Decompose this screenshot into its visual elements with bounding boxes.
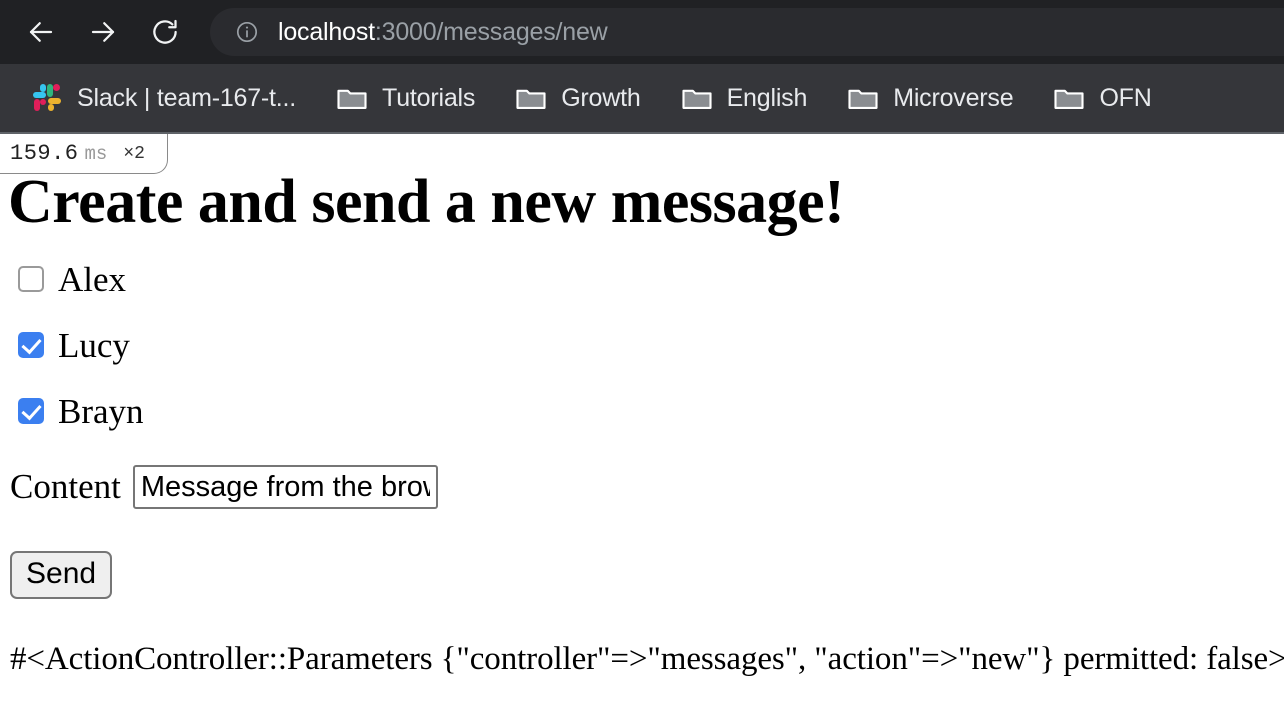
params-output: #<ActionController::Parameters {"control…	[10, 641, 1284, 678]
recipient-label-alex: Alex	[58, 259, 127, 299]
profiler-unit: ms	[84, 142, 108, 165]
mini-profiler-badge[interactable]: 159.6 ms ×2	[0, 134, 168, 174]
folder-icon	[847, 82, 879, 114]
folder-icon	[1053, 82, 1085, 114]
address-bar-path: :3000/messages/new	[374, 17, 608, 46]
browser-chrome: localhost:3000/messages/new Slack | team…	[0, 0, 1284, 134]
page-body: Create and send a new message! Alex Lucy…	[0, 168, 1284, 686]
page-title: Create and send a new message!	[8, 168, 845, 236]
browser-toolbar: localhost:3000/messages/new	[0, 0, 1284, 64]
bookmark-growth[interactable]: Growth	[502, 76, 653, 120]
send-button[interactable]: Send	[10, 551, 113, 600]
profiler-count: ×2	[123, 143, 145, 164]
page-viewport: 159.6 ms ×2 Create and send a new messag…	[0, 134, 1284, 704]
bookmark-microverse[interactable]: Microverse	[834, 76, 1026, 120]
recipient-label-lucy: Lucy	[58, 325, 130, 365]
address-bar-text: localhost:3000/messages/new	[278, 18, 608, 47]
bookmark-tutorials[interactable]: Tutorials	[323, 76, 488, 120]
folder-icon	[336, 82, 368, 114]
recipient-checkbox-lucy[interactable]	[18, 332, 44, 359]
bookmark-label: Tutorials	[382, 83, 476, 112]
bookmark-label: Microverse	[893, 83, 1014, 112]
bookmark-ofn[interactable]: OFN	[1040, 76, 1164, 120]
content-input[interactable]	[132, 465, 438, 510]
recipient-row-brayn: Brayn	[8, 393, 1276, 429]
bookmark-english[interactable]: English	[668, 76, 821, 120]
bookmark-label: Slack | team-167-t...	[77, 83, 297, 112]
folder-icon	[515, 82, 547, 114]
recipient-checkbox-alex[interactable]	[18, 266, 44, 293]
site-info-icon[interactable]	[234, 19, 260, 45]
bookmark-slack[interactable]: Slack | team-167-t...	[18, 76, 309, 120]
slack-icon	[31, 82, 63, 114]
forward-arrow-icon	[88, 17, 118, 47]
back-arrow-icon	[26, 17, 56, 47]
content-row: Content	[8, 465, 1276, 510]
recipient-label-brayn: Brayn	[58, 391, 144, 431]
folder-icon	[681, 82, 713, 114]
profiler-time: 159.6	[10, 141, 79, 166]
forward-button[interactable]	[80, 9, 126, 55]
recipient-row-lucy: Lucy	[8, 327, 1276, 363]
back-button[interactable]	[18, 9, 64, 55]
recipient-row-alex: Alex	[8, 261, 1276, 297]
reload-icon	[150, 17, 180, 47]
send-row: Send	[10, 551, 1276, 600]
content-label: Content	[10, 467, 121, 507]
bookmark-label: English	[726, 83, 808, 112]
address-bar-host: localhost	[278, 17, 375, 46]
reload-button[interactable]	[142, 9, 188, 55]
address-bar[interactable]: localhost:3000/messages/new	[210, 8, 1284, 56]
new-message-form: Alex Lucy Brayn Content Send	[8, 261, 1276, 600]
bookmarks-bar: Slack | team-167-t... Tutorials Growth E…	[0, 64, 1284, 134]
bookmark-label: Growth	[561, 83, 641, 112]
recipient-checkbox-brayn[interactable]	[18, 398, 44, 425]
bookmark-label: OFN	[1099, 83, 1152, 112]
